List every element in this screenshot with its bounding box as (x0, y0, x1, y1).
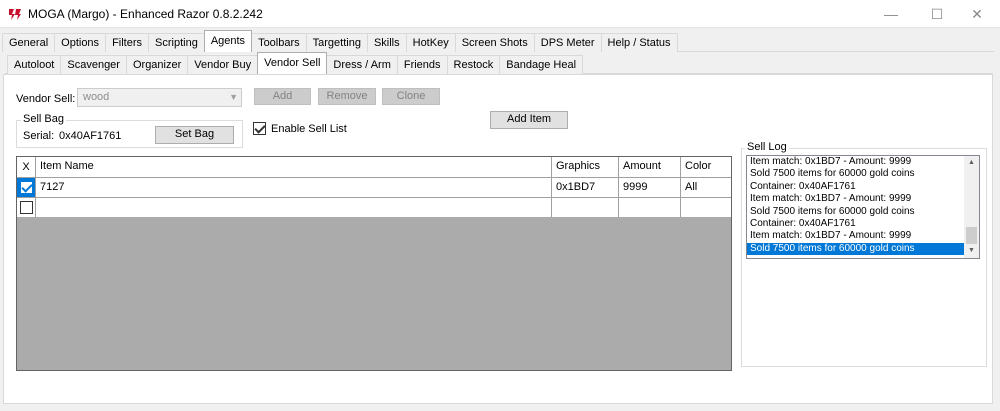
row-checkbox-cell[interactable] (17, 178, 36, 197)
sell-item-grid[interactable]: X Item Name Graphics Amount Color 7127 0… (16, 156, 732, 371)
tab-general[interactable]: General (2, 33, 56, 52)
sub-tab-strip: Autoloot Scavenger Organizer Vendor Buy Vend… (7, 52, 584, 74)
subtab-friends[interactable]: Friends (396, 55, 448, 74)
vendor-sell-list-select[interactable]: wood ▼ (77, 88, 242, 107)
tab-targetting[interactable]: Targetting (305, 33, 368, 52)
tab-screen-shots[interactable]: Screen Shots (454, 33, 535, 52)
list-item[interactable]: Sold 7500 items for 60000 gold coins (747, 242, 979, 256)
sell-bag-title: Sell Bag (21, 113, 66, 125)
subtab-bandage-heal[interactable]: Bandage Heal (499, 55, 584, 74)
sell-log-title: Sell Log (745, 141, 789, 153)
list-item[interactable]: Container: 0x40AF1761 (747, 181, 979, 193)
row-checkbox[interactable] (19, 201, 33, 214)
clone-list-button[interactable]: Clone (382, 88, 440, 105)
list-item[interactable]: Sold 7500 items for 60000 gold coins (747, 206, 979, 218)
subtab-scavenger[interactable]: Scavenger (60, 55, 127, 74)
maximize-icon: ☐ (930, 5, 944, 22)
minimize-icon: — (884, 6, 898, 22)
minimize-button[interactable]: — (868, 0, 914, 28)
razor-app-icon (9, 9, 21, 20)
graphics-cell[interactable]: 0x1BD7 (552, 178, 619, 197)
tab-skills[interactable]: Skills (366, 33, 407, 52)
add-item-button[interactable]: Add Item (490, 111, 568, 129)
subtab-restock[interactable]: Restock (446, 55, 501, 74)
subtab-dress-arm[interactable]: Dress / Arm (326, 55, 398, 74)
table-row[interactable]: 7127 0x1BD7 9999 All (17, 177, 731, 197)
list-item[interactable]: Item match: 0x1BD7 - Amount: 9999 (747, 156, 979, 168)
sell-log-scrollbar[interactable]: ▲ ▼ (964, 156, 979, 258)
subtab-organizer[interactable]: Organizer (125, 55, 189, 74)
item-name-cell[interactable] (36, 198, 552, 217)
tab-scripting[interactable]: Scripting (148, 33, 205, 52)
scroll-down-icon[interactable]: ▼ (964, 244, 979, 258)
sell-log-list[interactable]: Item match: 0x1BD7 - Amount: 9999 Sold 75… (746, 155, 980, 259)
remove-list-button[interactable]: Remove (318, 88, 376, 105)
column-header-item-name[interactable]: Item Name (36, 157, 552, 177)
row-checkbox[interactable] (19, 181, 33, 194)
add-list-button[interactable]: Add (254, 88, 311, 105)
grid-header: X Item Name Graphics Amount Color (17, 157, 731, 177)
list-item[interactable]: Container: 0x40AF1761 (747, 218, 979, 230)
enable-sell-list-checkbox[interactable] (253, 122, 266, 135)
row-checkbox-cell[interactable] (17, 198, 36, 217)
tab-filters[interactable]: Filters (105, 33, 150, 52)
sell-log-items: Item match: 0x1BD7 - Amount: 9999 Sold 75… (747, 156, 979, 256)
main-tab-strip: General Options Filters Scripting Agents Tool… (2, 30, 678, 52)
list-item[interactable]: Item match: 0x1BD7 - Amount: 9999 (747, 193, 979, 205)
column-header-graphics[interactable]: Graphics (552, 157, 619, 177)
serial-value: 0x40AF1761 (59, 130, 122, 142)
set-bag-button[interactable]: Set Bag (155, 126, 234, 144)
subtab-vendor-buy[interactable]: Vendor Buy (187, 55, 259, 74)
title-bar: MOGA (Margo) - Enhanced Razor 0.8.2.242 … (0, 0, 1000, 28)
tab-help-status[interactable]: Help / Status (600, 33, 678, 52)
serial-label: Serial: (23, 130, 55, 142)
chevron-down-icon: ▼ (229, 92, 238, 102)
tab-options[interactable]: Options (54, 33, 107, 52)
table-row[interactable] (17, 197, 731, 217)
subtab-autoloot[interactable]: Autoloot (7, 55, 62, 74)
tab-dps-meter[interactable]: DPS Meter (533, 33, 602, 52)
close-button[interactable]: ✕ (954, 0, 1000, 28)
scroll-up-icon[interactable]: ▲ (964, 156, 979, 170)
color-cell[interactable] (681, 198, 731, 217)
column-header-x[interactable]: X (17, 157, 36, 177)
tab-agents[interactable]: Agents (203, 30, 253, 52)
column-header-amount[interactable]: Amount (619, 157, 681, 177)
vendor-sell-label: Vendor Sell: (16, 93, 76, 105)
subtab-vendor-sell[interactable]: Vendor Sell (257, 52, 328, 74)
column-header-color[interactable]: Color (681, 157, 731, 177)
vendor-sell-selected-value: wood (83, 91, 110, 103)
list-item[interactable]: Sold 7500 items for 60000 gold coins (747, 168, 979, 180)
list-item[interactable]: Item match: 0x1BD7 - Amount: 9999 (747, 230, 979, 242)
enable-sell-list-label: Enable Sell List (271, 123, 347, 135)
color-cell[interactable]: All (681, 178, 731, 197)
amount-cell[interactable] (619, 198, 681, 217)
scrollbar-thumb[interactable] (966, 227, 977, 244)
graphics-cell[interactable] (552, 198, 619, 217)
tab-hotkey[interactable]: HotKey (405, 33, 456, 52)
item-name-cell[interactable]: 7127 (36, 178, 552, 197)
amount-cell[interactable]: 9999 (619, 178, 681, 197)
window-title: MOGA (Margo) - Enhanced Razor 0.8.2.242 (28, 7, 263, 21)
close-icon: ✕ (971, 5, 983, 22)
tab-toolbars[interactable]: Toolbars (251, 33, 307, 52)
